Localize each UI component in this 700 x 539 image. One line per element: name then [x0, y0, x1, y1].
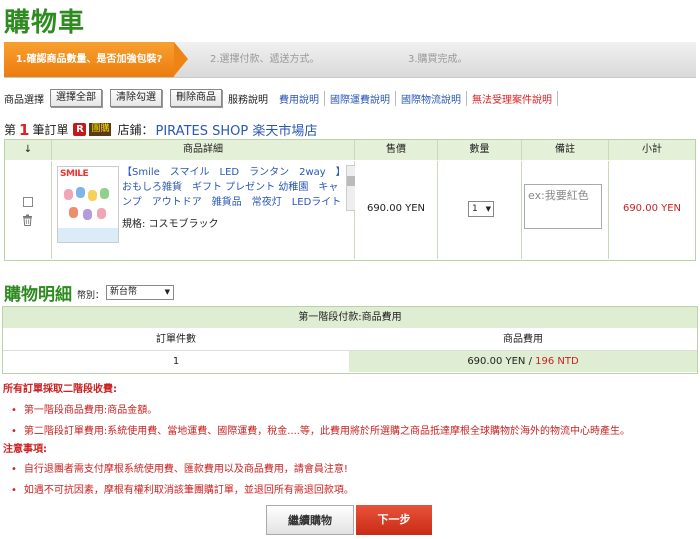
fee-note-2: 第二階段訂單費用:系統使用費、當地運費、國際運費，稅金....等，此費用將於所選…	[11, 422, 630, 437]
order-number: 1	[19, 120, 30, 139]
service-label: 服務說明	[228, 94, 268, 106]
attention-title: 注意事項:	[3, 444, 47, 455]
col-product-fee: 商品費用	[349, 329, 697, 351]
order-count-value: 1	[172, 356, 180, 367]
price-cell: 690.00 YEN	[355, 161, 438, 259]
delete-product-button[interactable]: 刪除商品	[170, 89, 222, 107]
step-1: 1.確認商品數量、是否加強包裝?	[4, 42, 174, 77]
product-detail-cell: SMILE 【Smile スマイル LED ランタン 2way 】おもしろ雑貨 …	[52, 161, 357, 259]
group-buy-badge: 團購	[89, 123, 112, 136]
fee-info-link[interactable]: 費用說明	[274, 90, 325, 106]
price-value: 690.00 YEN	[366, 203, 426, 214]
intl-shipping-link[interactable]: 國際運費說明	[325, 90, 396, 106]
chevron-down-icon: ▼	[485, 205, 491, 213]
attention-note-1: 自行退團者需支付摩根系統使用費、匯款費用以及商品費用，請會員注意!	[11, 460, 348, 475]
subtotal-value: 690.00 YEN	[622, 203, 682, 214]
stage-title: 第一階段付款:商品費用	[3, 307, 697, 328]
next-step-button[interactable]: 下一步	[356, 505, 432, 535]
toolbar: 商品選擇 選擇全部 清除勾選 刪除商品 服務說明 費用說明 國際運費說明 國際物…	[4, 89, 558, 107]
order-prefix: 第	[4, 123, 17, 137]
order-header: 第 1 筆訂單 R 團購 店鋪： PIRATES SHOP 楽天市場店	[4, 120, 318, 140]
col-note: 備註	[522, 140, 609, 160]
product-spec: 規格: コスモブラック	[122, 219, 219, 230]
note-cell: ex:我要紅色	[522, 161, 609, 259]
chevron-down-icon: ▼	[164, 288, 170, 296]
product-image-text: SMILE	[60, 169, 89, 179]
order-suffix: 筆訂單	[32, 123, 69, 137]
product-table: ↓ 商品詳細 售價 數量 備註 小計 SMILE 【Smile スマイル LED…	[4, 139, 696, 261]
col-arrow: ↓	[5, 140, 52, 160]
select-all-button[interactable]: 選擇全部	[50, 89, 102, 107]
quantity-select[interactable]: 1 ▼	[468, 201, 494, 217]
product-fee-value: 690.00 YEN / 196 NTD	[349, 351, 697, 372]
intl-logistics-link[interactable]: 國際物流說明	[396, 90, 467, 106]
product-name-link[interactable]: 【Smile スマイル LED ランタン 2way 】おもしろ雑貨 ギフト プレ…	[122, 165, 344, 209]
trash-icon[interactable]	[22, 214, 33, 226]
row-checkbox[interactable]	[23, 197, 33, 207]
step-2: 2.選擇付款、遞送方式。	[210, 54, 320, 65]
col-order-count: 訂單件數	[3, 329, 349, 351]
unacceptable-cases-link[interactable]: 無法受理案件說明	[467, 90, 558, 106]
clear-selection-button[interactable]: 清除勾選	[110, 89, 162, 107]
rakuten-badge: R	[73, 123, 87, 136]
fee-notes-title: 所有訂單採取二階段收費:	[3, 384, 117, 395]
shop-name-link[interactable]: PIRATES SHOP 楽天市場店	[156, 120, 318, 139]
qty-cell: 1 ▼	[438, 161, 522, 259]
col-price: 售價	[355, 140, 438, 160]
shop-label: 店鋪：	[117, 123, 154, 137]
checkout-steps: 1.確認商品數量、是否加強包裝? 2.選擇付款、遞送方式。 3.購買完成。	[4, 42, 696, 78]
currency-select[interactable]: 新台幣 ▼	[106, 285, 174, 300]
step-arrow	[174, 42, 188, 76]
row-actions	[5, 161, 52, 259]
product-image[interactable]: SMILE	[57, 166, 119, 243]
currency-label: 幣別：	[77, 291, 105, 301]
attention-note-2: 如遇不可抗因素，摩根有權利取消該筆團購訂單，並退回所有需退回款項。	[11, 481, 354, 496]
summary-table: 第一階段付款:商品費用 訂單件數 商品費用 1 690.00 YEN / 196…	[2, 306, 698, 374]
col-subtotal: 小計	[609, 140, 695, 160]
page-title: 購物車	[4, 8, 86, 38]
subtotal-cell: 690.00 YEN	[609, 161, 695, 259]
summary-title: 購物明細	[4, 285, 72, 305]
continue-shopping-button[interactable]: 繼續購物	[266, 505, 354, 535]
col-qty: 數量	[438, 140, 522, 160]
col-detail: 商品詳細	[52, 140, 355, 160]
fee-note-1: 第一階段商品費用:商品金額。	[11, 401, 157, 416]
note-textarea[interactable]: ex:我要紅色	[524, 184, 602, 229]
product-select-label: 商品選擇	[4, 94, 44, 106]
step-3: 3.購買完成。	[408, 54, 468, 65]
